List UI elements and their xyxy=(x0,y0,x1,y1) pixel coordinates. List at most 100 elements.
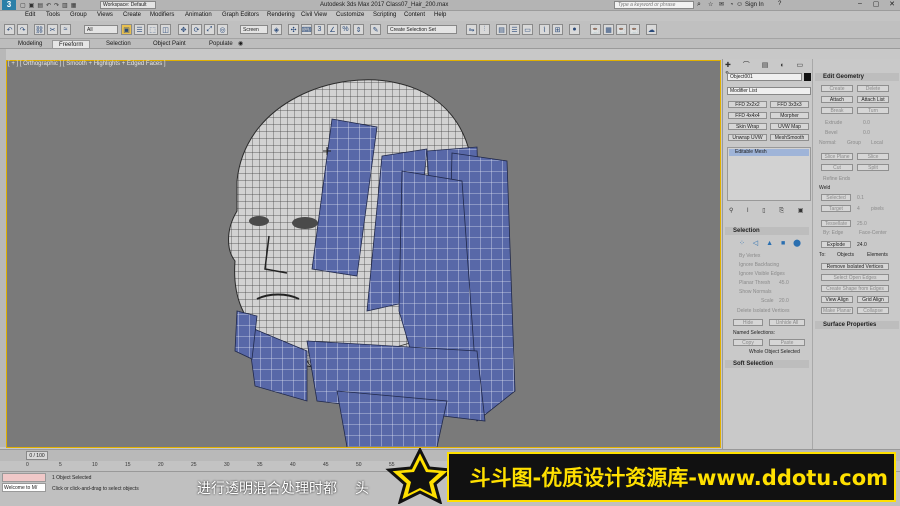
menu-civil-view[interactable]: Civil View xyxy=(301,12,327,18)
tess-by-edge-radio[interactable]: By: Edge xyxy=(823,230,843,236)
select-by-name-icon[interactable]: ☰ xyxy=(134,24,145,35)
material-editor-icon[interactable]: ● xyxy=(569,24,580,35)
menu-customize[interactable]: Customize xyxy=(336,12,364,18)
stack-tools-icons[interactable]: ⚲ ǀ ▯ ⎘ ▣ xyxy=(729,207,809,215)
quick-access-icons[interactable]: ▢▣▤↶↷▥▦ xyxy=(20,2,96,9)
mod-skin-wrap[interactable]: Skin Wrap xyxy=(728,123,767,130)
create-button[interactable]: Create xyxy=(821,85,853,92)
undo-icon[interactable]: ↶ xyxy=(4,24,15,35)
selection-filter-dropdown[interactable]: All xyxy=(84,25,118,34)
explode-button[interactable]: Explode xyxy=(821,241,851,248)
help-icon[interactable]: ? xyxy=(778,1,781,7)
delete-isolated-checkbox[interactable]: Delete Isolated Vertices xyxy=(737,308,790,314)
tab-selection[interactable]: Selection xyxy=(100,40,137,49)
menu-edit[interactable]: Edit xyxy=(25,12,35,18)
menu-help[interactable]: Help xyxy=(434,12,446,18)
extrude-label[interactable]: Extrude xyxy=(825,120,842,126)
rectangular-selection-icon[interactable]: ⬚ xyxy=(147,24,158,35)
app-logo-icon[interactable]: 3 xyxy=(2,0,16,10)
close-button[interactable]: ✕ xyxy=(884,0,900,10)
render-online-icon[interactable]: ☁ xyxy=(646,24,657,35)
modifier-stack[interactable]: Editable Mesh xyxy=(727,147,811,201)
window-crossing-icon[interactable]: ◫ xyxy=(160,24,171,35)
weld-target-button[interactable]: Target xyxy=(821,205,851,212)
render-production-icon[interactable]: ☕ xyxy=(616,24,627,35)
weld-target-value[interactable]: 4 xyxy=(857,206,860,212)
curve-editor-icon[interactable]: ⌇ xyxy=(539,24,550,35)
refine-ends-checkbox[interactable]: Refine Ends xyxy=(823,176,850,182)
mod-ffd-4x4x4[interactable]: FFD 4x4x4 xyxy=(728,112,767,119)
toolbar-mini-icons[interactable]: ☆ ✉ ◔ xyxy=(708,1,735,8)
rotate-icon[interactable]: ⟳ xyxy=(191,24,202,35)
grid-align-button[interactable]: Grid Align xyxy=(857,296,889,303)
explode-value[interactable]: 24.0 xyxy=(857,242,867,248)
menu-create[interactable]: Create xyxy=(123,12,141,18)
ribbon-toggle-dots[interactable]: ◉ xyxy=(238,40,243,47)
select-object-icon[interactable]: ▣ xyxy=(121,24,132,35)
view-align-button[interactable]: View Align xyxy=(821,296,853,303)
angle-snap-icon[interactable]: ∠ xyxy=(327,24,338,35)
menu-animation[interactable]: Animation xyxy=(185,12,212,18)
reference-coord-dropdown[interactable]: Screen xyxy=(240,25,268,34)
cut-button[interactable]: Cut xyxy=(821,164,853,171)
menu-group[interactable]: Group xyxy=(70,12,87,18)
redo-icon[interactable]: ↷ xyxy=(17,24,28,35)
explode-objects-radio[interactable]: Objects xyxy=(837,252,854,258)
normal-local-radio[interactable]: Local xyxy=(871,140,883,146)
extrude-value[interactable]: 0.0 xyxy=(863,120,870,126)
tessellate-button[interactable]: Tessellate xyxy=(821,220,851,227)
perspective-viewport[interactable] xyxy=(6,60,721,448)
bevel-value[interactable]: 0.0 xyxy=(863,130,870,136)
mod-unwrap-uvw[interactable]: Unwrap UVW xyxy=(728,134,767,141)
edit-named-selection-icon[interactable]: ✎ xyxy=(370,24,381,35)
scale-icon[interactable]: ⤢ xyxy=(204,24,215,35)
user-icon[interactable]: ☺ xyxy=(736,1,743,8)
show-normals-checkbox[interactable]: Show Normals xyxy=(739,289,772,295)
unlink-icon[interactable]: ✂ xyxy=(47,24,58,35)
bind-space-warp-icon[interactable]: ≈ xyxy=(60,24,71,35)
attach-list-button[interactable]: Attach List xyxy=(857,96,889,103)
planar-thresh-value[interactable]: 45.0 xyxy=(779,280,789,286)
unhide-all-button[interactable]: Unhide All xyxy=(769,319,805,326)
move-icon[interactable]: ✥ xyxy=(178,24,189,35)
percent-snap-icon[interactable]: % xyxy=(340,24,351,35)
mod-ffd-3x3x3[interactable]: FFD 3x3x3 xyxy=(770,101,809,108)
hide-button[interactable]: Hide xyxy=(733,319,763,326)
layer-explorer-icon[interactable]: ☰ xyxy=(509,24,520,35)
workspace-dropdown[interactable]: Workspace: Default xyxy=(100,1,156,9)
pivot-icon[interactable]: ◈ xyxy=(271,24,282,35)
tess-face-center-radio[interactable]: Face-Center xyxy=(859,230,887,236)
menu-views[interactable]: Views xyxy=(97,12,113,18)
modifier-list-dropdown[interactable]: Modifier List xyxy=(727,87,811,95)
maxscript-listener-pink[interactable] xyxy=(2,473,46,482)
time-slider-handle[interactable]: 0 / 100 xyxy=(26,451,48,460)
mod-meshsmooth[interactable]: MeshSmooth xyxy=(770,134,809,141)
keyboard-shortcut-icon[interactable]: ⌨ xyxy=(301,24,312,35)
slice-plane-button[interactable]: Slice Plane xyxy=(821,153,853,160)
menu-graph-editors[interactable]: Graph Editors xyxy=(222,12,259,18)
menu-scripting[interactable]: Scripting xyxy=(373,12,396,18)
select-manipulate-icon[interactable]: ✣ xyxy=(288,24,299,35)
turn-button[interactable]: Turn xyxy=(857,107,889,114)
tab-freeform[interactable]: Freeform xyxy=(52,40,91,49)
tab-modeling[interactable]: Modeling xyxy=(12,40,48,49)
weld-selected-value[interactable]: 0.1 xyxy=(857,195,864,201)
spinner-snap-icon[interactable]: ⇕ xyxy=(353,24,364,35)
render-setup-icon[interactable]: ☕ xyxy=(590,24,601,35)
command-panel-tabs[interactable]: ✚ ⌒ ▤ ◐ ▭ ✎ xyxy=(725,60,811,78)
snaps-toggle-icon[interactable]: 3 xyxy=(314,24,325,35)
search-icon[interactable]: ⌕ xyxy=(697,1,701,9)
normal-group-radio[interactable]: Group xyxy=(847,140,861,146)
tessellate-value[interactable]: 25.0 xyxy=(857,221,867,227)
select-open-edges-button[interactable]: Select Open Edges xyxy=(821,274,889,281)
menu-modifiers[interactable]: Modifiers xyxy=(150,12,174,18)
subobject-icons[interactable]: ⁘ ◁ ▲ ■ ⬤ xyxy=(739,239,804,247)
scale-value[interactable]: 20.0 xyxy=(779,298,789,304)
link-icon[interactable]: ⛓ xyxy=(34,24,45,35)
explode-elements-radio[interactable]: Elements xyxy=(867,252,888,258)
placement-icon[interactable]: ◎ xyxy=(217,24,228,35)
mod-morpher[interactable]: Morpher xyxy=(770,112,809,119)
break-button[interactable]: Break xyxy=(821,107,853,114)
object-name-field[interactable]: Object001 xyxy=(727,73,802,81)
menu-tools[interactable]: Tools xyxy=(46,12,60,18)
